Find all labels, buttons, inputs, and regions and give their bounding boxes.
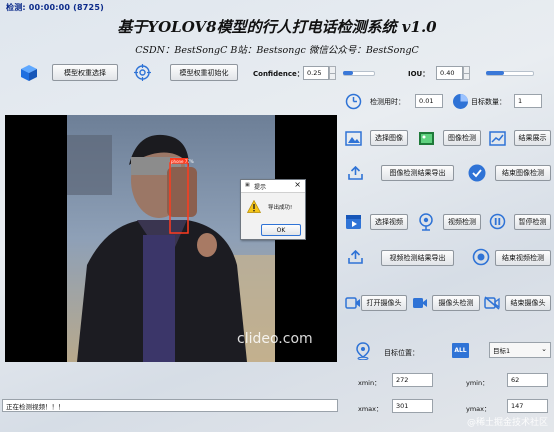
all-icon: ALL: [452, 343, 469, 358]
gallery-icon: [419, 132, 434, 145]
target-count-value: 1: [514, 94, 542, 108]
camera-detect-button[interactable]: 摄像头检测: [432, 295, 480, 311]
camera-off-icon: [484, 296, 500, 310]
dialog-title-bar: ▣ 提示 ×: [241, 180, 305, 193]
upload-icon: [348, 250, 363, 264]
confidence-slider-handle[interactable]: [343, 71, 353, 75]
confidence-label: Confidence：: [253, 70, 304, 78]
clock-icon: [345, 93, 362, 110]
iou-spinner[interactable]: [463, 66, 470, 80]
model-weight-init-button[interactable]: 模型权重初始化: [170, 64, 238, 81]
cube-icon: [21, 65, 37, 81]
iou-label: IOU：: [408, 70, 430, 78]
ymax-value: 147: [507, 399, 548, 413]
target-icon: [134, 64, 151, 81]
result-show-button[interactable]: 结果展示: [514, 130, 551, 146]
close-icon[interactable]: ×: [294, 180, 301, 189]
ymin-label: ymin：: [466, 379, 489, 387]
camera-icon: [413, 298, 427, 308]
corner-watermark: @稀土掘金技术社区: [466, 418, 548, 428]
image-export-button[interactable]: 图像检测结果导出: [381, 165, 454, 181]
confidence-spinner[interactable]: [329, 66, 336, 80]
ymax-label: ymax：: [466, 405, 491, 413]
xmax-value: 301: [392, 399, 433, 413]
target-count-label: 目标数量：: [471, 98, 506, 106]
record-icon: [472, 248, 490, 266]
confidence-input[interactable]: 0.25: [303, 66, 329, 80]
xmax-label: xmax：: [358, 405, 383, 413]
target-position-label: 目标位置：: [384, 349, 419, 357]
video-detect-button[interactable]: 视频检测: [443, 214, 481, 230]
app-subtitle: CSDN：BestSongC B站：Bestsongc 微信公众号：BestSo…: [135, 45, 419, 56]
ymin-value: 62: [507, 373, 548, 387]
camera-lens-icon: [419, 213, 433, 231]
end-image-detect-button[interactable]: 结束图像检测: [495, 165, 551, 181]
pause-detect-button[interactable]: 暂停检测: [514, 214, 551, 230]
select-video-button[interactable]: 选择视频: [370, 214, 408, 230]
pie-icon: [453, 94, 468, 109]
app-title: 基于YOLOV8模型的行人打电话检测系统 v1.0: [117, 18, 437, 36]
app-small-icon: ▣: [245, 182, 250, 188]
check-icon: [468, 164, 486, 182]
pause-icon: [489, 213, 506, 230]
ok-button[interactable]: OK: [261, 224, 301, 236]
dialog-title: 提示: [254, 184, 267, 191]
iou-input[interactable]: 0.40: [436, 66, 463, 80]
window-title: 检测: 00:00:00 (8725): [6, 3, 104, 12]
chart-icon: [489, 131, 506, 146]
xmin-label: xmin：: [358, 379, 381, 387]
location-icon: [356, 342, 370, 360]
model-weight-select-button[interactable]: 模型权重选择: [52, 64, 118, 81]
open-camera-button[interactable]: 打开摄像头: [361, 295, 407, 311]
xmin-value: 272: [392, 373, 433, 387]
video-export-button[interactable]: 视频检测结果导出: [381, 250, 454, 266]
warning-icon: [247, 200, 261, 213]
target-select-value: 目标1: [493, 347, 511, 355]
select-image-button[interactable]: 选择图像: [370, 130, 408, 146]
detect-time-label: 检测用时：: [370, 98, 405, 106]
end-video-detect-button[interactable]: 结束视频检测: [495, 250, 551, 266]
message-dialog: ▣ 提示 × 导出成功! OK: [240, 179, 306, 240]
chevron-down-icon: ⌄: [541, 345, 547, 353]
video-watermark: clideo.com: [237, 331, 313, 347]
target-select[interactable]: 目标1 ⌄: [489, 342, 551, 358]
status-bar: 正在检测视频！！！: [2, 399, 338, 412]
image-icon: [345, 131, 362, 146]
all-badge-label: ALL: [454, 347, 467, 354]
end-camera-button[interactable]: 结束摄像头: [505, 295, 551, 311]
detection-label: phone 77%: [171, 159, 194, 164]
image-detect-button[interactable]: 图像检测: [443, 130, 481, 146]
iou-slider-handle[interactable]: [486, 71, 504, 75]
dialog-message: 导出成功!: [268, 205, 293, 211]
upload-icon: [348, 166, 363, 180]
window-title-bar: 检测: 00:00:00 (8725): [0, 0, 554, 14]
camera-icon: [345, 297, 360, 309]
video-file-icon: [346, 215, 361, 229]
detect-time-value: 0.01: [415, 94, 443, 108]
